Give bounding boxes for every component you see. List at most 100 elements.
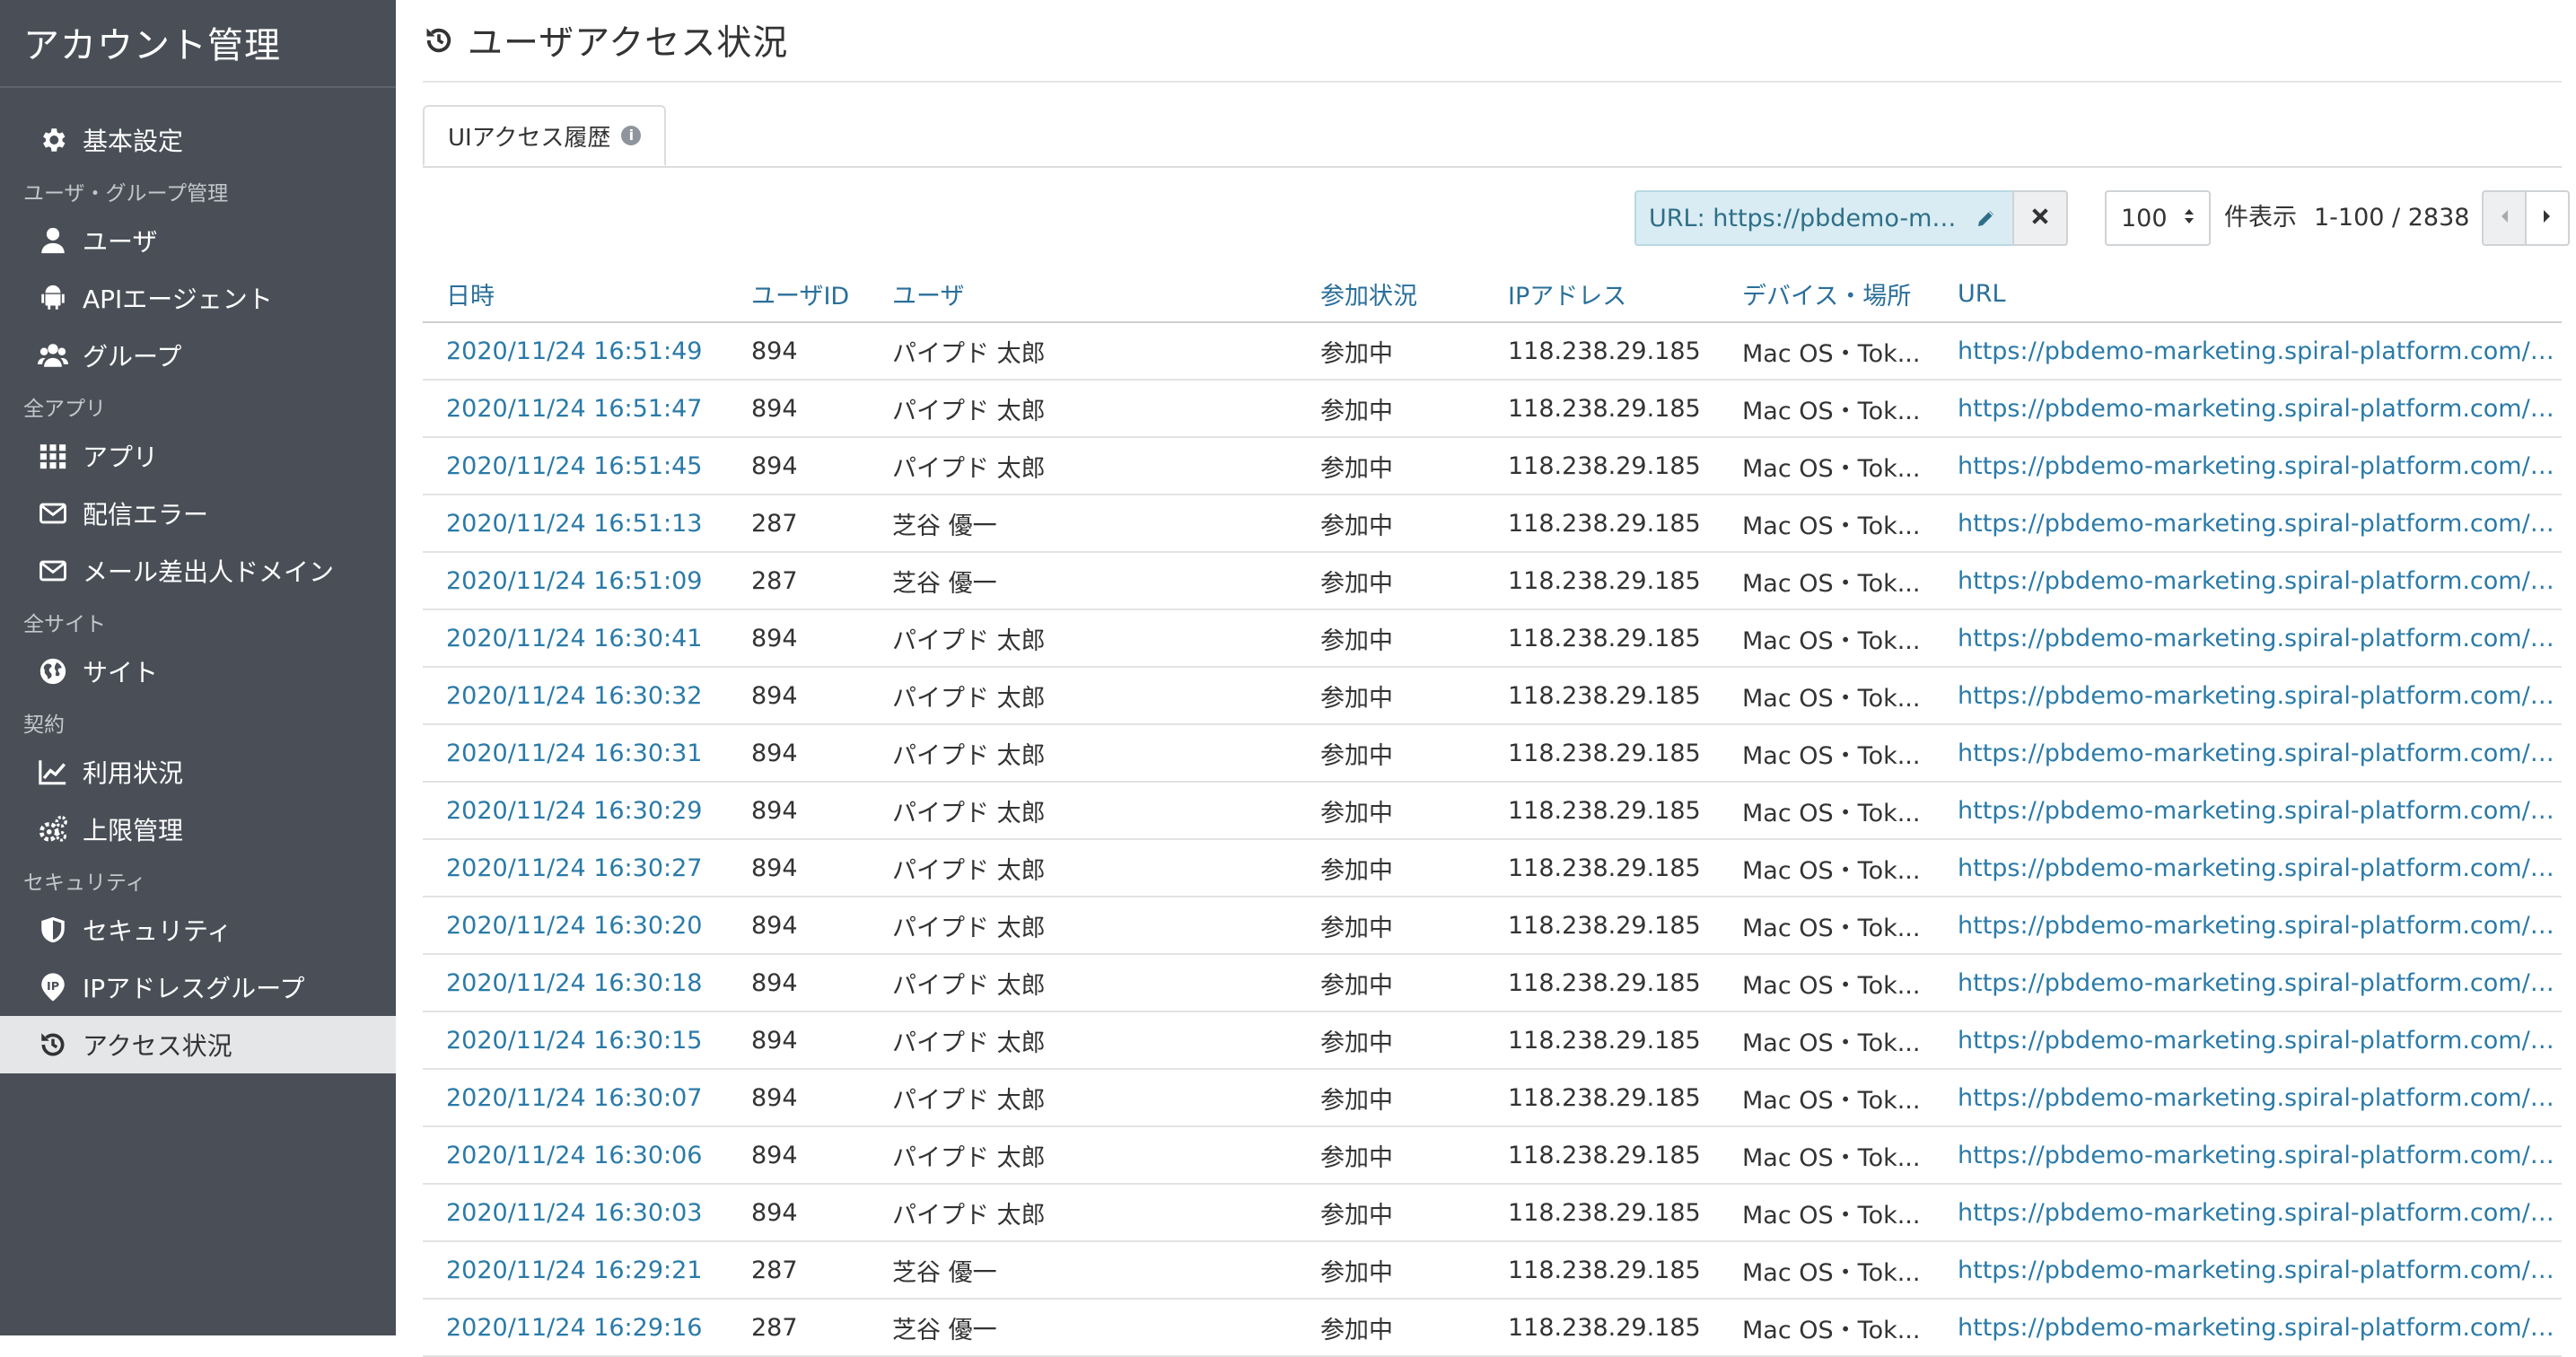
pencil-icon[interactable] xyxy=(1973,205,2000,232)
cell-datetime[interactable]: 2020/11/24 16:51:49 xyxy=(423,337,728,365)
cell-url[interactable]: https://pbdemo-marketing.spiral-platform… xyxy=(1934,337,2562,365)
table-row: 2020/11/24 16:30:31 894 パイプド 太郎 参加中 118.238.… xyxy=(423,725,2562,783)
cell-url[interactable]: https://pbdemo-marketing.spiral-platform… xyxy=(1934,1084,2562,1112)
cell-url[interactable]: https://pbdemo-marketing.spiral-platform… xyxy=(1934,567,2562,595)
per-page-select[interactable]: 100 xyxy=(2105,190,2211,246)
cell-url[interactable]: https://pbdemo-marketing.spiral-platform… xyxy=(1934,1142,2562,1169)
cell-user-id: 287 xyxy=(751,1313,798,1342)
cell-status: 参加中 xyxy=(1320,569,1393,598)
cell-url[interactable]: https://pbdemo-marketing.spiral-platform… xyxy=(1934,1027,2562,1055)
cell-url[interactable]: https://pbdemo-marketing.spiral-platform… xyxy=(1934,912,2562,940)
cell-datetime[interactable]: 2020/11/24 16:51:13 xyxy=(423,510,728,538)
cell-user: パイプド 太郎 xyxy=(892,684,1046,713)
tab-ui-access-history[interactable]: UIアクセス履歴 i xyxy=(423,105,667,166)
cell-url[interactable]: https://pbdemo-marketing.spiral-platform… xyxy=(1934,395,2562,423)
column-header-datetime[interactable]: 日時 xyxy=(423,276,728,311)
column-header-url[interactable]: URL xyxy=(1934,280,2562,308)
table-row: 2020/11/24 16:30:18 894 パイプド 太郎 参加中 118.238.… xyxy=(423,955,2562,1012)
sidebar: アカウント管理 基本設定 ユーザ・グループ管理 ユーザ APIエージェント グル… xyxy=(0,0,396,1335)
cell-user: パイプド 太郎 xyxy=(892,1143,1046,1172)
cell-url[interactable]: https://pbdemo-marketing.spiral-platform… xyxy=(1934,1199,2562,1227)
sidebar-item-security[interactable]: セキュリティ xyxy=(0,901,396,959)
sidebar-item-sites[interactable]: サイト xyxy=(0,643,396,700)
sidebar-item-apps[interactable]: アプリ xyxy=(0,427,396,485)
cell-datetime[interactable]: 2020/11/24 16:51:45 xyxy=(423,452,728,480)
sidebar-item-basic-settings[interactable]: 基本設定 xyxy=(0,111,396,169)
cell-url[interactable]: https://pbdemo-marketing.spiral-platform… xyxy=(1934,452,2562,480)
cell-device: Mac OS・Tok... xyxy=(1742,1258,1921,1287)
column-header-status[interactable]: 参加状況 xyxy=(1297,276,1485,311)
cell-device: Mac OS・Tok... xyxy=(1742,1316,1921,1344)
cell-status: 参加中 xyxy=(1320,1029,1393,1057)
cell-datetime[interactable]: 2020/11/24 16:30:32 xyxy=(423,682,728,710)
cell-url[interactable]: https://pbdemo-marketing.spiral-platform… xyxy=(1934,682,2562,710)
cell-datetime[interactable]: 2020/11/24 16:30:29 xyxy=(423,797,728,825)
column-header-user[interactable]: ユーザ xyxy=(869,276,1297,311)
cell-datetime[interactable]: 2020/11/24 16:29:21 xyxy=(423,1256,728,1284)
url-filter-chip[interactable]: URL: https://pbdemo-marketing.spiral-pla… xyxy=(1634,190,2014,246)
cell-ip: 118.238.29.185 xyxy=(1508,1256,1701,1284)
prev-page-button[interactable] xyxy=(2482,190,2527,246)
cell-url[interactable]: https://pbdemo-marketing.spiral-platform… xyxy=(1934,1256,2562,1284)
sidebar-item-groups[interactable]: グループ xyxy=(0,327,396,384)
sidebar-item-users[interactable]: ユーザ xyxy=(0,212,396,269)
cell-status: 参加中 xyxy=(1320,856,1393,885)
column-header-user-id[interactable]: ユーザID xyxy=(728,276,869,311)
table-row: 2020/11/24 16:30:06 894 パイプド 太郎 参加中 118.238.… xyxy=(423,1127,2562,1185)
sidebar-item-access[interactable]: アクセス状況 xyxy=(0,1016,396,1073)
cell-datetime[interactable]: 2020/11/24 16:51:09 xyxy=(423,567,728,595)
cell-user-id: 894 xyxy=(751,681,798,710)
cell-datetime[interactable]: 2020/11/24 16:30:06 xyxy=(423,1142,728,1169)
cell-user: 芝谷 優一 xyxy=(892,512,997,540)
cell-user: パイプド 太郎 xyxy=(892,1201,1046,1230)
cell-datetime[interactable]: 2020/11/24 16:29:16 xyxy=(423,1314,728,1342)
cell-user: パイプド 太郎 xyxy=(892,626,1046,655)
cell-ip: 118.238.29.185 xyxy=(1508,337,1701,365)
sidebar-item-ip-groups[interactable]: IP IPアドレスグループ xyxy=(0,959,396,1016)
cell-ip: 118.238.29.185 xyxy=(1508,624,1701,652)
cell-url[interactable]: https://pbdemo-marketing.spiral-platform… xyxy=(1934,854,2562,882)
cell-user-id: 287 xyxy=(751,509,798,538)
info-icon[interactable]: i xyxy=(621,126,642,145)
column-header-device[interactable]: デバイス・場所 xyxy=(1719,276,1934,311)
sidebar-title: アカウント管理 xyxy=(0,0,396,88)
column-header-ip[interactable]: IPアドレス xyxy=(1485,276,1719,311)
cell-status: 参加中 xyxy=(1320,914,1393,942)
cell-datetime[interactable]: 2020/11/24 16:30:31 xyxy=(423,740,728,767)
next-page-button[interactable] xyxy=(2525,190,2570,246)
cell-url[interactable]: https://pbdemo-marketing.spiral-platform… xyxy=(1934,625,2562,652)
cell-datetime[interactable]: 2020/11/24 16:30:07 xyxy=(423,1084,728,1112)
sidebar-item-label: アプリ xyxy=(83,442,159,472)
line-chart-icon xyxy=(36,755,70,789)
cell-url[interactable]: https://pbdemo-marketing.spiral-platform… xyxy=(1934,969,2562,997)
cell-datetime[interactable]: 2020/11/24 16:30:41 xyxy=(423,625,728,652)
table-row: 2020/11/24 16:51:45 894 パイプド 太郎 参加中 118.238.… xyxy=(423,438,2562,495)
cell-datetime[interactable]: 2020/11/24 16:30:03 xyxy=(423,1199,728,1227)
cell-datetime[interactable]: 2020/11/24 16:30:15 xyxy=(423,1027,728,1055)
main-content: ユーザアクセス状況 UIアクセス履歴 i URL: https://pbdemo… xyxy=(396,0,2576,1357)
cell-ip: 118.238.29.185 xyxy=(1508,739,1701,767)
sidebar-item-mail-domain[interactable]: メール差出人ドメイン xyxy=(0,542,396,600)
table-row: 2020/11/24 16:51:13 287 芝谷 優一 参加中 118.238.29… xyxy=(423,495,2562,553)
android-icon xyxy=(36,281,70,315)
cell-user: パイプド 太郎 xyxy=(892,799,1046,827)
cell-ip: 118.238.29.185 xyxy=(1508,681,1701,710)
sidebar-item-delivery-errors[interactable]: 配信エラー xyxy=(0,485,396,542)
cell-datetime[interactable]: 2020/11/24 16:30:18 xyxy=(423,969,728,997)
gears-icon xyxy=(36,812,70,846)
cell-url[interactable]: https://pbdemo-marketing.spiral-platform… xyxy=(1934,740,2562,767)
clear-filter-button[interactable] xyxy=(2012,190,2068,246)
cell-url[interactable]: https://pbdemo-marketing.spiral-platform… xyxy=(1934,797,2562,825)
cell-datetime[interactable]: 2020/11/24 16:30:27 xyxy=(423,854,728,882)
sidebar-item-limits[interactable]: 上限管理 xyxy=(0,801,396,858)
cell-datetime[interactable]: 2020/11/24 16:30:20 xyxy=(423,912,728,940)
cell-user: パイプド 太郎 xyxy=(892,741,1046,770)
sidebar-section-all-apps: 全アプリ xyxy=(23,398,106,421)
cell-datetime[interactable]: 2020/11/24 16:51:47 xyxy=(423,395,728,423)
table-row: 2020/11/24 16:51:09 287 芝谷 優一 参加中 118.238.29… xyxy=(423,553,2562,610)
sidebar-item-usage[interactable]: 利用状況 xyxy=(0,743,396,801)
sidebar-item-api-agent[interactable]: APIエージェント xyxy=(0,269,396,327)
cell-url[interactable]: https://pbdemo-marketing.spiral-platform… xyxy=(1934,1314,2562,1342)
cell-url[interactable]: https://pbdemo-marketing.spiral-platform… xyxy=(1934,510,2562,538)
table-row: 2020/11/24 16:51:47 894 パイプド 太郎 参加中 118.238.… xyxy=(423,381,2562,438)
